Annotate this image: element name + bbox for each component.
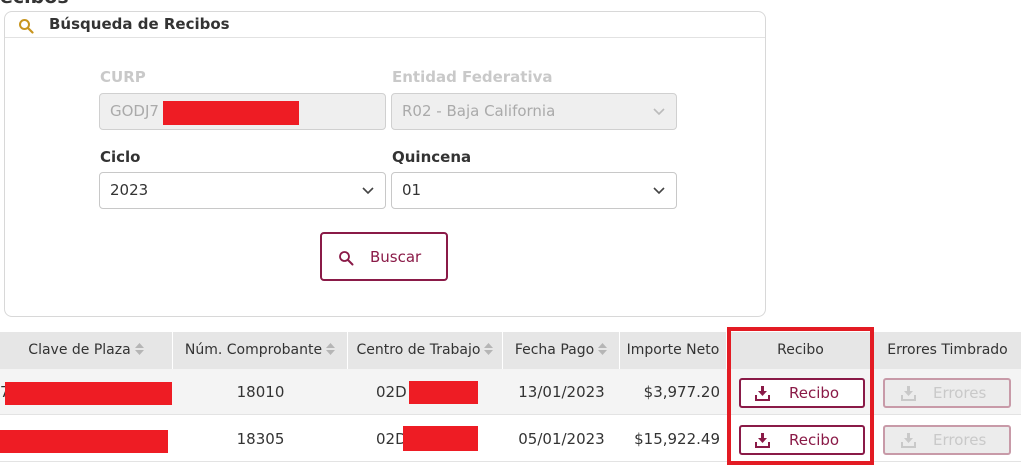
ciclo-value: 2023 [110,181,149,199]
curp-value: GODJ7 [110,102,159,120]
curp-field: GODJ7 [99,93,386,130]
recibo-download-button[interactable]: Recibo [739,425,865,455]
download-icon [901,386,916,401]
col-header-comprobante[interactable]: Núm. Comprobante [173,332,348,369]
entidad-label: Entidad Federativa [392,68,553,86]
quincena-value: 01 [402,181,422,199]
sort-icon [326,343,336,355]
download-icon [901,433,916,448]
importe-cell: $3,977.20 [643,383,720,401]
col-header-fecha[interactable]: Fecha Pago [503,332,620,369]
redaction-block [0,430,168,453]
quincena-label: Quincena [392,148,472,166]
search-icon [339,251,354,266]
fecha-cell: 13/01/2023 [518,383,605,401]
curp-label: CURP [100,68,146,86]
sort-icon [134,343,144,355]
recibo-button-label: Recibo [789,384,840,402]
clave-cell: 7 [0,369,10,415]
comprobante-cell: 18305 [236,430,285,448]
search-icon [19,19,34,34]
page-heading: ecibos [0,0,69,8]
search-button[interactable]: Buscar [320,232,448,281]
sort-icon [598,343,608,355]
errores-button[interactable]: Errores [883,425,1011,455]
quincena-select[interactable]: 01 [391,172,677,209]
fecha-cell: 05/01/2023 [518,430,605,448]
entidad-select: R02 - Baja California [391,93,677,130]
card-header: Búsqueda de Recibos [5,12,765,38]
recibo-button-label: Recibo [789,431,840,449]
sort-icon [484,343,494,355]
card-title: Búsqueda de Recibos [49,15,230,33]
chevron-down-icon [653,108,665,116]
entidad-value: R02 - Baja California [402,102,556,120]
col-header-errores: Errores Timbrado [887,342,1008,358]
col-header-centro[interactable]: Centro de Trabajo [348,332,503,369]
ciclo-select[interactable]: 2023 [99,172,386,209]
chevron-down-icon [653,187,665,195]
search-button-label: Buscar [370,248,422,266]
table-row: 18305 02D 05/01/2023 $15,922.49 Recibo E… [0,416,1021,462]
errores-button[interactable]: Errores [883,378,1011,408]
col-header-clave[interactable]: Clave de Plaza [0,332,173,369]
comprobante-cell: 18010 [236,383,285,401]
table-header: Clave de Plaza Núm. Comprobante Centro d… [0,332,1021,369]
download-icon [755,433,770,448]
redaction-block [5,382,172,405]
ciclo-label: Ciclo [100,148,141,166]
download-icon [755,386,770,401]
col-header-importe: Importe Neto [620,332,727,369]
redaction-block [163,101,299,125]
col-header-recibo: Recibo [731,332,871,369]
errores-button-label: Errores [933,384,987,402]
results-table: Clave de Plaza Núm. Comprobante Centro d… [0,332,1021,465]
recibo-download-button[interactable]: Recibo [739,378,865,408]
redaction-block [409,381,478,404]
redaction-block [403,426,478,451]
importe-cell: $15,922.49 [634,430,720,448]
chevron-down-icon [362,187,374,195]
errores-button-label: Errores [933,431,987,449]
table-row: 7 18010 02D 13/01/2023 $3,977.20 Recibo … [0,369,1021,415]
